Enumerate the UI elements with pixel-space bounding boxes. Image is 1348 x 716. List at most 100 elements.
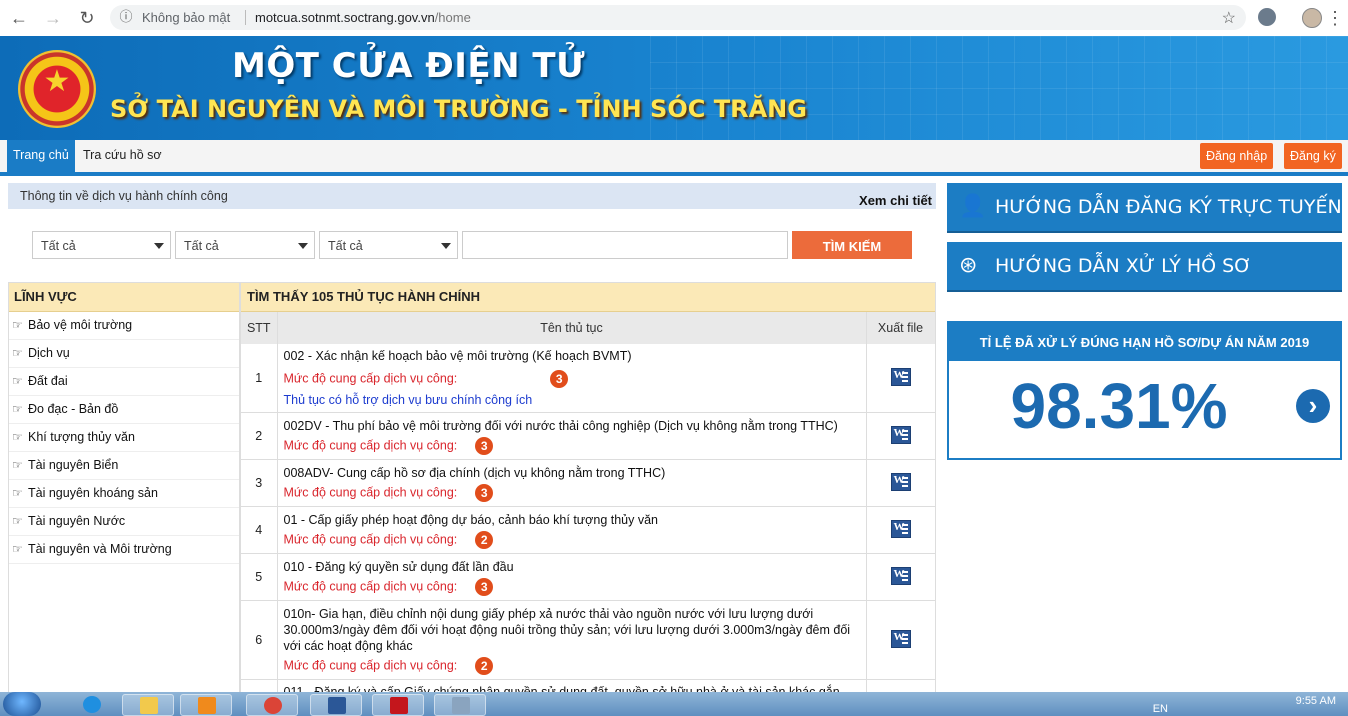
url-path: /home [434,10,471,25]
view-details-link[interactable]: Xem chi tiết [859,193,932,208]
menu-dots-icon[interactable]: ⋮ [1324,7,1346,29]
export-cell: W [866,344,935,413]
filter-select-2[interactable]: Tất cả [175,231,315,259]
export-cell: W [866,412,935,460]
bookmark-star-icon[interactable]: ☆ [1222,8,1236,28]
chrome-taskbar-icon[interactable] [246,694,298,716]
guide-label: HƯỚNG DẪN ĐĂNG KÝ TRỰC TUYẾN [995,196,1342,218]
column-header-name: Tên thủ tục [277,312,867,344]
service-level: Mức độ cung cấp dịch vụ công: 2 [284,530,860,549]
online-registration-guide-button[interactable]: 👤 HƯỚNG DẪN ĐĂNG KÝ TRỰC TUYẾN [947,183,1342,231]
chevron-right-icon[interactable]: › [1296,389,1330,423]
banner-pattern [650,36,1348,140]
address-bar[interactable]: ⓘ Không bảo mật motcua.sotnmt.soctrang.g… [110,5,1246,30]
service-level: Mức độ cung cấp dịch vụ công: 3 [284,370,860,388]
sidebar-item[interactable]: ☞ Tài nguyên và Môi trường [9,536,239,564]
service-level: Mức độ cung cấp dịch vụ công: 3 [284,483,860,502]
sidebar-item-label: Khí tượng thủy văn [28,430,135,444]
row-stt: 6 [241,600,278,680]
word-taskbar-icon[interactable] [310,694,362,716]
sidebar-item[interactable]: ☞ Tài nguyên khoáng sản [9,480,239,508]
filter-select-3[interactable]: Tất cả [319,231,458,259]
register-button[interactable]: Đăng ký [1284,143,1342,169]
procedure-name-link[interactable]: 002DV - Thu phí bảo vệ môi trường đối vớ… [284,418,860,434]
start-button[interactable] [3,692,41,716]
field-sidebar: LĨNH VỰC ☞ Bảo vệ môi trường ☞ Dịch vụ ☞ Đấ… [8,282,240,702]
sidebar-title: LĨNH VỰC [9,283,239,312]
filter-select-1[interactable]: Tất cả [32,231,171,259]
service-level: Mức độ cung cấp dịch vụ công: 3 [283,436,860,455]
language-indicator[interactable]: EN [1153,703,1168,715]
reload-icon[interactable]: ↻ [76,7,98,29]
sidebar-item[interactable]: ☞ Đất đai [9,368,239,396]
service-level: Mức độ cung cấp dịch vụ công: 3 [284,577,860,596]
level-badge: 2 [475,530,494,549]
clock[interactable]: 9:55 AM [1296,695,1336,707]
column-header-export: Xuất file [866,312,935,344]
calculator-taskbar-icon[interactable] [434,694,486,716]
row-stt: 5 [241,553,278,601]
procedure-name-link[interactable]: 010 - Đăng ký quyền sử dụng đất lần đầu [284,559,860,575]
menu-lookup[interactable]: Tra cứu hồ sơ [77,140,168,172]
rate-title: TỈ LỆ ĐÃ XỬ LÝ ĐÚNG HẠN HỒ SƠ/DỰ ÁN NĂM … [949,323,1340,361]
procedure-name-link[interactable]: 010n- Gia hạn, điều chỉnh nội dung giấy … [284,606,860,654]
url-text[interactable]: motcua.sotnmt.soctrang.gov.vn/home [255,10,471,25]
login-button[interactable]: Đăng nhập [1200,143,1274,169]
media-player-taskbar-icon[interactable] [180,694,232,716]
procedure-name-link[interactable]: 008ADV- Cung cấp hồ sơ địa chính (dịch v… [284,465,860,481]
sidebar-item-label: Đất đai [28,374,68,388]
star-icon: ★ [43,65,71,98]
search-button[interactable]: TÌM KIẾM [792,231,912,259]
word-file-icon[interactable]: W [890,425,911,444]
extension-icon[interactable] [1258,8,1276,26]
level-badge: 3 [475,436,494,455]
pointing-hand-icon: ☞ [12,374,23,388]
service-level-label: Mức độ cung cấp dịch vụ công: [283,371,458,386]
sidebar-item[interactable]: ☞ Bảo vệ môi trường [9,312,239,340]
service-level: Mức độ cung cấp dịch vụ công: 2 [284,656,860,675]
export-cell: W [866,600,935,680]
search-input[interactable] [462,231,788,259]
table-row: 4 01 - Cấp giấy phép hoạt động dự báo, c… [241,506,935,554]
table-header-row: STT Tên thủ tục Xuất file [241,312,935,344]
pointing-hand-icon: ☞ [12,402,23,416]
word-file-icon[interactable]: W [890,519,911,538]
sidebar-item[interactable]: ☞ Tài nguyên Nước [9,508,239,536]
back-icon[interactable]: ← [8,7,30,29]
sidebar-item[interactable]: ☞ Khí tượng thủy văn [9,424,239,452]
lifebuoy-icon: ⊛ [959,253,978,278]
rate-value: 98.31% [1010,370,1228,442]
sidebar-item-label: Tài nguyên Biển [28,458,119,472]
site-title: MỘT CỬA ĐIỆN TỬ [232,46,586,86]
table-row: 2 002DV - Thu phí bảo vệ môi trường đối … [241,412,935,460]
sidebar-item[interactable]: ☞ Tài nguyên Biển [9,452,239,480]
word-file-icon[interactable]: W [890,629,911,648]
profile-avatar[interactable] [1302,8,1322,28]
export-cell: W [866,506,935,554]
explorer-taskbar-icon[interactable] [122,694,174,716]
processing-guide-button[interactable]: ⊛ HƯỚNG DẪN XỬ LÝ HỒ SƠ [947,242,1342,290]
info-icon[interactable]: ⓘ [118,9,134,25]
ie-taskbar-icon[interactable] [66,694,118,716]
postal-support-note: Thủ tục có hỗ trợ dịch vụ bưu chính công… [283,393,533,407]
on-time-rate-box: TỈ LỆ ĐÃ XỬ LÝ ĐÚNG HẠN HỒ SƠ/DỰ ÁN NĂM … [947,321,1342,460]
pointing-hand-icon: ☞ [12,542,23,556]
word-file-icon[interactable]: W [890,472,911,491]
pdf-taskbar-icon[interactable] [372,694,424,716]
table-row: 3 008ADV- Cung cấp hồ sơ địa chính (dịch… [241,459,935,507]
sidebar-item-label: Bảo vệ môi trường [28,318,133,332]
procedure-name-link[interactable]: 01 - Cấp giấy phép hoạt động dự báo, cản… [284,512,860,528]
procedure-table: STT Tên thủ tục Xuất file 1 002 - Xác nh… [241,312,935,701]
sidebar-item[interactable]: ☞ Đo đạc - Bản đồ [9,396,239,424]
word-file-icon[interactable]: W [890,367,911,386]
sidebar-item-label: Tài nguyên khoáng sản [28,486,158,500]
menu-home[interactable]: Trang chủ [7,140,75,172]
forward-icon[interactable]: → [42,7,64,29]
word-file-icon[interactable]: W [890,566,911,585]
procedure-name-link[interactable]: 002 - Xác nhận kế hoạch bảo vệ môi trườn… [284,348,860,364]
select-value: Tất cả [41,239,76,253]
sidebar-item[interactable]: ☞ Dịch vụ [9,340,239,368]
level-badge: 2 [475,656,494,675]
row-stt: 2 [241,412,278,460]
service-level-label: Mức độ cung cấp dịch vụ công: [283,437,458,452]
